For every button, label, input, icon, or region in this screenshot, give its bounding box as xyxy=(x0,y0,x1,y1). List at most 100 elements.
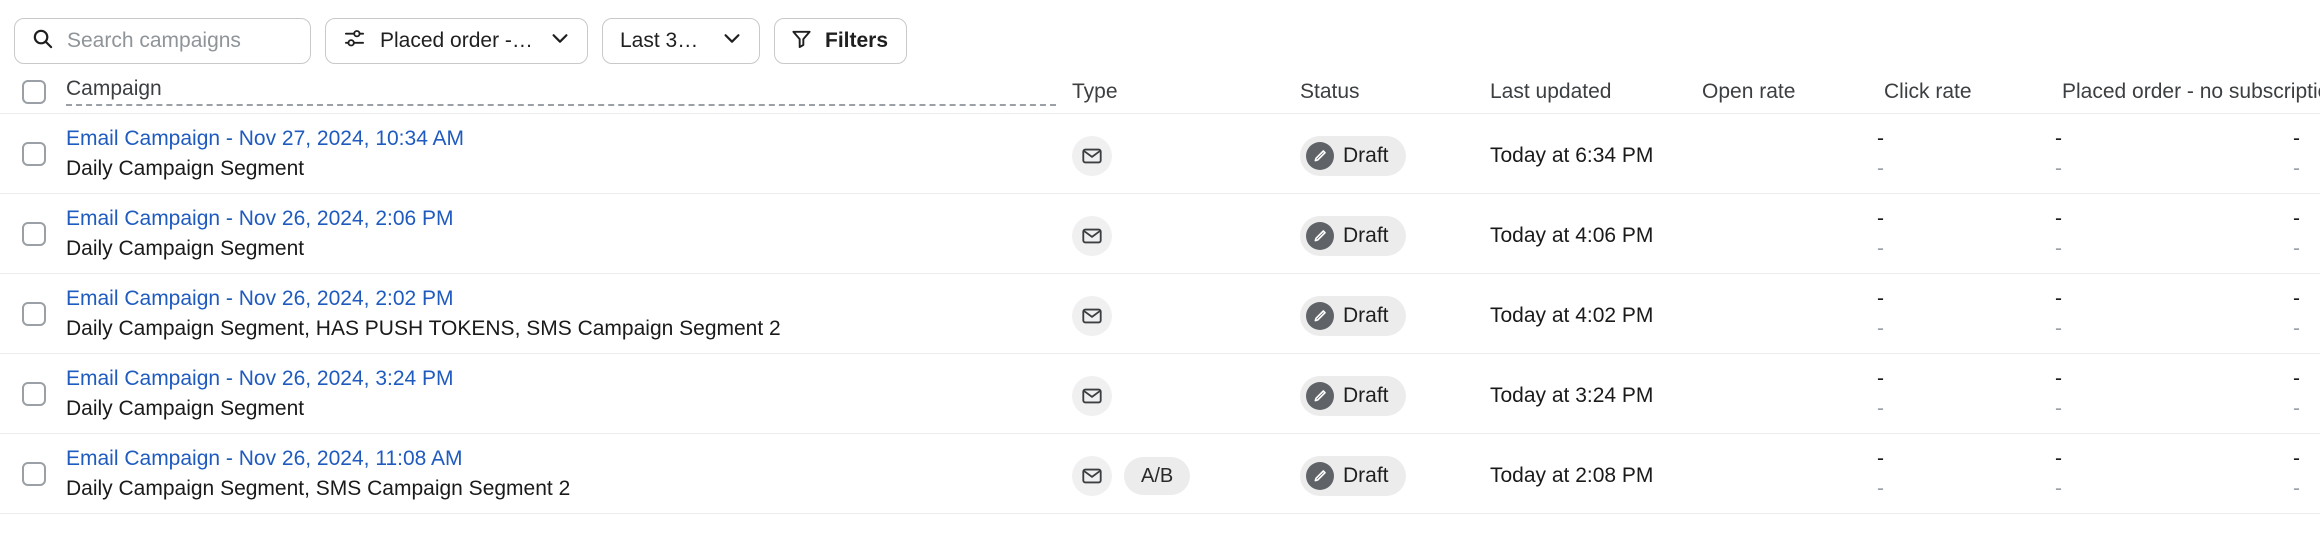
table-row[interactable]: Email Campaign - Nov 26, 2024, 2:02 PM D… xyxy=(0,274,2320,354)
search-input[interactable] xyxy=(67,29,294,53)
click-rate-cell: - - xyxy=(1884,434,2062,514)
status-label: Draft xyxy=(1343,144,1389,167)
chevron-down-icon xyxy=(721,27,743,55)
header-status: Status xyxy=(1300,79,1360,103)
table-header-row: Campaign Type Status Last updated Open r… xyxy=(0,70,2320,114)
type-cell: A/B xyxy=(1072,434,1300,514)
placed-order-subvalue: - xyxy=(2293,237,2300,260)
open-rate-value: - xyxy=(1877,447,1884,471)
open-rate-value: - xyxy=(1877,207,1884,231)
status-badge: Draft xyxy=(1300,376,1406,416)
row-select-cell xyxy=(22,354,66,433)
row-select-cell xyxy=(22,194,66,273)
click-rate-value: - xyxy=(2055,447,2062,471)
email-icon xyxy=(1072,136,1112,176)
header-open-rate-cell: Open rate xyxy=(1702,70,1884,114)
table-body: Email Campaign - Nov 27, 2024, 10:34 AM … xyxy=(0,114,2320,514)
metric-filter-dropdown[interactable]: Placed order - no subscrip... xyxy=(325,18,588,64)
click-rate-subvalue: - xyxy=(2055,317,2062,340)
table-row[interactable]: Email Campaign - Nov 26, 2024, 11:08 AM … xyxy=(0,434,2320,514)
row-checkbox[interactable] xyxy=(22,461,46,486)
status-label: Draft xyxy=(1343,304,1389,327)
click-rate-subvalue: - xyxy=(2055,397,2062,420)
toolbar: Placed order - no subscrip... Last 30 da… xyxy=(0,0,2320,70)
pencil-icon xyxy=(1306,222,1334,250)
click-rate-subvalue: - xyxy=(2055,157,2062,180)
placed-order-cell: - - xyxy=(2062,434,2320,514)
table-row[interactable]: Email Campaign - Nov 27, 2024, 10:34 AM … xyxy=(0,114,2320,194)
filters-button[interactable]: Filters xyxy=(774,18,908,64)
campaigns-table: Campaign Type Status Last updated Open r… xyxy=(0,70,2320,514)
campaign-name-link[interactable]: Email Campaign - Nov 26, 2024, 2:06 PM xyxy=(66,205,1056,233)
status-label: Draft xyxy=(1343,384,1389,407)
campaign-segments: Daily Campaign Segment, HAS PUSH TOKENS,… xyxy=(66,316,781,340)
open-rate-value: - xyxy=(1877,127,1884,151)
status-cell: Draft xyxy=(1300,434,1490,514)
campaign-name-link[interactable]: Email Campaign - Nov 26, 2024, 2:02 PM xyxy=(66,285,1056,313)
table-row[interactable]: Email Campaign - Nov 26, 2024, 2:06 PM D… xyxy=(0,194,2320,274)
campaign-name-link[interactable]: Email Campaign - Nov 27, 2024, 10:34 AM xyxy=(66,125,1056,153)
pencil-icon xyxy=(1306,142,1334,170)
last-updated-value: Today at 3:24 PM xyxy=(1490,384,1654,407)
click-rate-value: - xyxy=(2055,287,2062,311)
row-checkbox[interactable] xyxy=(22,141,46,166)
status-cell: Draft xyxy=(1300,354,1490,434)
status-label: Draft xyxy=(1343,464,1389,487)
placed-order-cell: - - xyxy=(2062,114,2320,194)
pencil-icon xyxy=(1306,462,1334,490)
campaign-segments: Daily Campaign Segment xyxy=(66,156,305,180)
status-cell: Draft xyxy=(1300,194,1490,274)
metric-filter-label: Placed order - no subscrip... xyxy=(380,29,535,52)
ab-test-badge: A/B xyxy=(1124,457,1191,495)
campaign-name-link[interactable]: Email Campaign - Nov 26, 2024, 3:24 PM xyxy=(66,365,1056,393)
row-select-cell xyxy=(22,114,66,193)
status-badge: Draft xyxy=(1300,296,1406,336)
header-campaign[interactable]: Campaign xyxy=(66,77,1056,106)
pencil-icon xyxy=(1306,302,1334,330)
placed-order-value: - xyxy=(2293,207,2300,231)
open-rate-value: - xyxy=(1877,367,1884,391)
placed-order-subvalue: - xyxy=(2293,157,2300,180)
click-rate-value: - xyxy=(2055,127,2062,151)
header-last-updated: Last updated xyxy=(1490,79,1612,103)
open-rate-subvalue: - xyxy=(1877,237,1884,260)
campaign-cell: Email Campaign - Nov 26, 2024, 2:06 PM D… xyxy=(66,194,1072,273)
open-rate-value: - xyxy=(1877,287,1884,311)
campaign-name-link[interactable]: Email Campaign - Nov 26, 2024, 11:08 AM xyxy=(66,445,1056,473)
last-updated-cell: Today at 4:06 PM xyxy=(1490,194,1702,274)
row-checkbox[interactable] xyxy=(22,221,46,246)
funnel-icon xyxy=(790,27,813,56)
search-campaigns-field[interactable] xyxy=(14,18,311,64)
open-rate-cell: - - xyxy=(1702,274,1884,354)
select-all-checkbox[interactable] xyxy=(22,79,46,104)
type-cell xyxy=(1072,274,1300,354)
placed-order-value: - xyxy=(2293,447,2300,471)
placed-order-cell: - - xyxy=(2062,354,2320,434)
campaign-segments: Daily Campaign Segment xyxy=(66,396,305,420)
click-rate-subvalue: - xyxy=(2055,477,2062,500)
status-cell: Draft xyxy=(1300,274,1490,354)
row-checkbox[interactable] xyxy=(22,381,46,406)
header-click-rate-cell: Click rate xyxy=(1884,70,2062,114)
campaign-segments: Daily Campaign Segment xyxy=(66,236,305,260)
click-rate-cell: - - xyxy=(1884,114,2062,194)
placed-order-cell: - - xyxy=(2062,194,2320,274)
status-badge: Draft xyxy=(1300,456,1406,496)
header-open-rate: Open rate xyxy=(1702,79,1796,103)
campaign-cell: Email Campaign - Nov 26, 2024, 11:08 AM … xyxy=(66,434,1072,513)
last-updated-cell: Today at 2:08 PM xyxy=(1490,434,1702,514)
open-rate-cell: - - xyxy=(1702,354,1884,434)
type-cell xyxy=(1072,114,1300,194)
date-range-label: Last 30 days xyxy=(620,29,707,52)
header-type-cell: Type xyxy=(1072,70,1300,114)
row-select-cell xyxy=(22,274,66,353)
open-rate-subvalue: - xyxy=(1877,397,1884,420)
row-checkbox[interactable] xyxy=(22,301,46,326)
campaign-cell: Email Campaign - Nov 27, 2024, 10:34 AM … xyxy=(66,114,1072,193)
header-click-rate: Click rate xyxy=(1884,79,1972,103)
date-range-dropdown[interactable]: Last 30 days xyxy=(602,18,760,64)
open-rate-cell: - - xyxy=(1702,114,1884,194)
table-row[interactable]: Email Campaign - Nov 26, 2024, 3:24 PM D… xyxy=(0,354,2320,434)
email-icon xyxy=(1072,376,1112,416)
header-placed-order-cell: Placed order - no subscription xyxy=(2062,70,2320,114)
